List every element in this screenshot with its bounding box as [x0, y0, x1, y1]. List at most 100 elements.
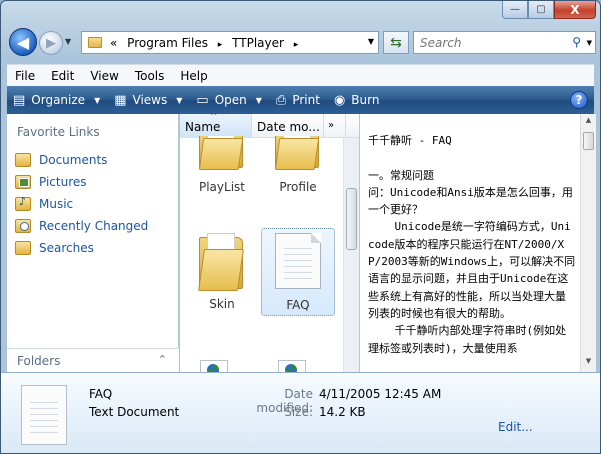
more-columns-button[interactable]: »	[324, 114, 346, 138]
breadcrumb-ttplayer[interactable]: TTPlayer	[232, 36, 284, 50]
size-value: 14.2 KB	[319, 405, 366, 419]
breadcrumb: « Program Files ▸ TTPlayer ▸	[110, 36, 304, 50]
file-item-faq[interactable]: FAQ	[261, 228, 335, 316]
navigation-pane: Favorite Links Documents Pictures Music …	[7, 114, 179, 372]
favorite-documents[interactable]: Documents	[15, 149, 148, 171]
maximize-button[interactable]: ▢	[528, 1, 554, 19]
breadcrumb-program-files[interactable]: Program Files	[127, 36, 208, 50]
preview-scrollbar[interactable]: ▲ ▼	[580, 114, 596, 372]
details-file-name: FAQ	[89, 387, 113, 401]
preview-text: 千千静听 - FAQ 一。常规问题 问：Unicode和Ansi版本是怎么回事，…	[368, 134, 576, 355]
details-pane: FAQ Text Document Date modified: 4/11/20…	[1, 372, 600, 453]
text-document-icon	[21, 385, 67, 445]
favorite-pictures[interactable]: Pictures	[15, 171, 148, 193]
folder-item-skin[interactable]: Skin	[184, 231, 260, 311]
print-label: Print	[292, 93, 320, 107]
breadcrumb-separator[interactable]: ▸	[218, 40, 223, 50]
organize-label: Organize	[31, 93, 86, 107]
documents-icon	[15, 153, 31, 167]
search-box: ⚲ ▼	[413, 31, 596, 54]
scrollbar-thumb[interactable]	[583, 132, 594, 150]
search-dropdown-icon[interactable]: ▼	[587, 39, 592, 47]
pictures-icon	[15, 175, 31, 189]
file-name: PlayList	[198, 180, 245, 194]
menu-edit[interactable]: Edit	[43, 69, 82, 83]
print-button[interactable]: ⎙ Print	[270, 93, 326, 108]
folder-item-profile[interactable]: Profile	[260, 136, 336, 194]
favorite-label: Recently Changed	[39, 219, 149, 233]
folder-item-playlist[interactable]: PlayList	[184, 136, 260, 194]
folder-icon	[88, 37, 102, 48]
music-icon	[15, 195, 31, 211]
favorite-label: Pictures	[39, 175, 87, 189]
address-bar[interactable]: « Program Files ▸ TTPlayer ▸ ▼	[81, 31, 379, 54]
edit-link[interactable]: Edit...	[498, 420, 533, 434]
refresh-button[interactable]: ⇆	[383, 31, 409, 54]
file-list-pane: Name Date mo... » PlayList Profile Skin	[180, 114, 359, 372]
favorite-links-heading: Favorite Links	[17, 125, 100, 139]
recent-pages-dropdown[interactable]: ▼	[65, 37, 71, 46]
menu-bar: File Edit View Tools Help	[7, 64, 594, 86]
folder-icon	[273, 136, 323, 174]
folder-icon	[197, 231, 247, 291]
navigation-bar: ◀ ▶ ▼ « Program Files ▸ TTPlayer ▸ ▼ ⇆ ⚲…	[7, 27, 596, 59]
scroll-down-icon[interactable]: ▼	[583, 357, 594, 370]
scroll-up-icon[interactable]: ▲	[583, 116, 594, 129]
column-date-modified[interactable]: Date mo...	[252, 114, 324, 138]
views-button[interactable]: ▦ Views ▼	[108, 93, 188, 108]
views-label: Views	[132, 93, 168, 107]
folders-toggle[interactable]: Folders ⌃	[7, 348, 179, 372]
command-bar: ▤ Organize ▼ ▦ Views ▼ ▭ Open ▼ ⎙ Print …	[7, 86, 594, 114]
forward-button[interactable]: ▶	[39, 31, 63, 55]
window-controls: — ▢ X	[502, 1, 596, 19]
menu-tools[interactable]: Tools	[127, 69, 173, 83]
file-name: Skin	[209, 297, 235, 311]
organize-button[interactable]: ▤ Organize ▼	[7, 93, 106, 108]
text-document-icon	[275, 233, 321, 289]
folder-icon	[197, 136, 247, 174]
close-button[interactable]: X	[554, 1, 596, 19]
breadcrumb-separator[interactable]: ▸	[294, 40, 299, 50]
search-input[interactable]	[420, 35, 560, 50]
open-icon: ▭	[196, 92, 209, 108]
preview-pane: 千千静听 - FAQ 一。常规问题 问：Unicode和Ansi版本是怎么回事，…	[359, 114, 596, 372]
application-icon[interactable]	[200, 360, 228, 372]
chevron-down-icon: ▼	[255, 95, 262, 105]
column-headers: Name Date mo... »	[180, 114, 359, 138]
scrollbar-thumb[interactable]	[346, 188, 357, 250]
folders-label: Folders	[17, 354, 61, 368]
file-name: FAQ	[286, 298, 310, 312]
column-name[interactable]: Name	[180, 114, 252, 138]
recently-changed-icon	[15, 219, 31, 233]
favorite-label: Searches	[39, 241, 94, 255]
open-button[interactable]: ▭ Open ▼	[190, 93, 268, 108]
organize-icon: ▤	[13, 92, 26, 108]
details-file-type: Text Document	[89, 405, 180, 419]
file-list-scrollbar[interactable]	[343, 138, 359, 372]
file-name: Profile	[279, 180, 317, 194]
explorer-window: — ▢ X ◀ ▶ ▼ « Program Files ▸ TTPlayer ▸…	[0, 0, 601, 454]
searches-icon	[15, 241, 31, 255]
printer-icon: ⎙	[275, 92, 287, 108]
favorite-music[interactable]: Music	[15, 193, 148, 215]
date-modified-value: 4/11/2005 12:45 AM	[319, 387, 442, 401]
favorite-searches[interactable]: Searches	[15, 237, 148, 259]
application-icon[interactable]	[278, 360, 306, 372]
search-icon[interactable]: ⚲	[572, 35, 581, 49]
chevron-down-icon: ▼	[176, 95, 183, 105]
menu-file[interactable]: File	[7, 69, 43, 83]
help-button[interactable]: ?	[570, 91, 588, 109]
menu-help[interactable]: Help	[172, 69, 215, 83]
chevron-up-icon: ⌃	[157, 353, 167, 366]
favorite-label: Documents	[39, 153, 108, 167]
burn-disc-icon: ◉	[333, 92, 346, 108]
menu-view[interactable]: View	[82, 69, 126, 83]
favorite-recently-changed[interactable]: Recently Changed	[15, 215, 148, 237]
back-button[interactable]: ◀	[9, 28, 37, 56]
favorite-links-list: Documents Pictures Music Recently Change…	[15, 149, 148, 259]
burn-button[interactable]: ◉ Burn	[328, 93, 386, 108]
breadcrumb-overflow[interactable]: «	[110, 36, 117, 50]
minimize-button[interactable]: —	[502, 1, 528, 19]
address-dropdown-icon[interactable]: ▼	[368, 37, 374, 46]
open-label: Open	[214, 93, 247, 107]
